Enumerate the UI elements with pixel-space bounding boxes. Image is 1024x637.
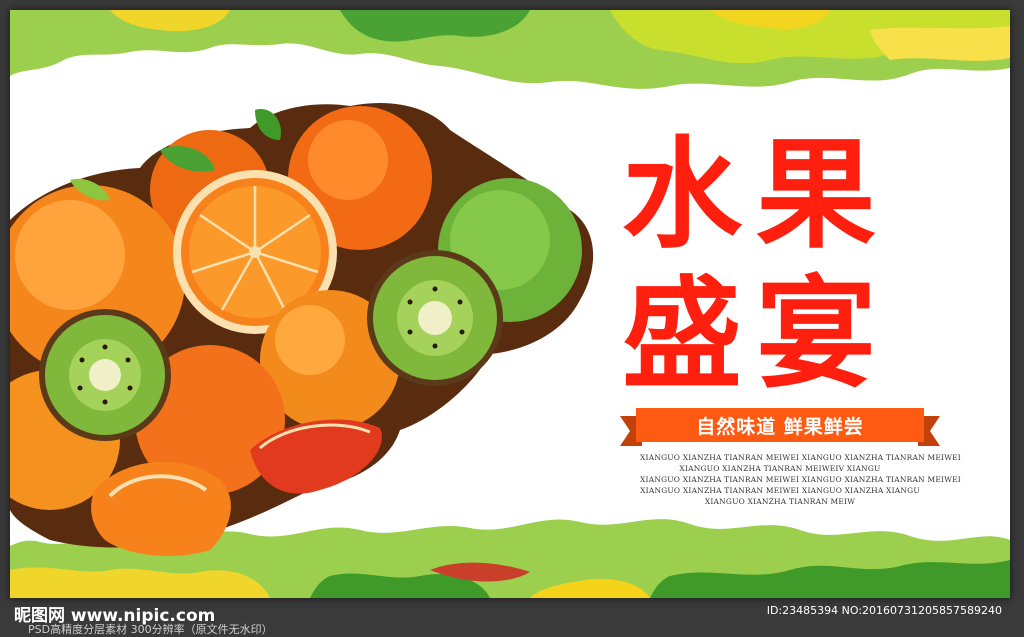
pinyin-line: XIANGUO XIANZHA TIANRAN MEIWEIV XIANGU xyxy=(679,464,881,473)
top-paint-border xyxy=(10,10,1010,89)
fruit-cluster xyxy=(10,103,594,556)
pinyin-text-block: XIANGUO XIANZHA TIANRAN MEIWEI XIANGUO X… xyxy=(640,452,961,507)
watermark-subtitle: PSD高精度分层素材 300分辨率（原文件无水印） xyxy=(28,623,273,636)
poster: 水果 盛宴 自然味道 鲜果鲜尝 XIANGUO XIANZHA TIANRAN … xyxy=(10,10,1010,598)
slogan-ribbon: 自然味道 鲜果鲜尝 xyxy=(620,402,940,452)
title-line-1: 水果 xyxy=(622,126,890,265)
slogan-text: 自然味道 鲜果鲜尝 xyxy=(696,416,864,438)
title-line-2: 盛宴 xyxy=(622,266,890,405)
pinyin-line: XIANGUO XIANZHA TIANRAN MEIWEI XIANGUO X… xyxy=(640,475,961,484)
pinyin-line: XIANGUO XIANZHA TIANRAN MEIW xyxy=(704,497,856,506)
pinyin-line: XIANGUO XIANZHA TIANRAN MEIWEI XIANGUO X… xyxy=(640,486,920,495)
watermark-id: ID:23485394 NO:20160731205857589240 xyxy=(766,604,1002,617)
page-title: 水果 盛宴 xyxy=(622,126,952,406)
pinyin-line: XIANGUO XIANZHA TIANRAN MEIWEI XIANGUO X… xyxy=(640,453,961,462)
